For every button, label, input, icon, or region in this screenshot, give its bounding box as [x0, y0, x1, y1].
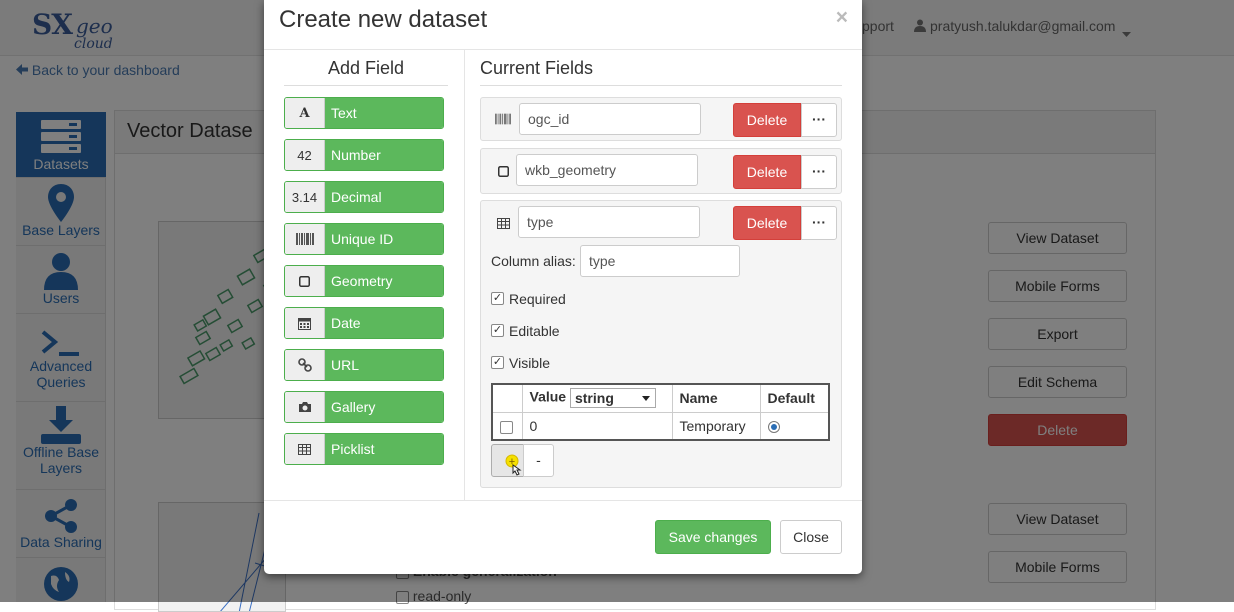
column-alias-label: Column alias: — [491, 253, 576, 269]
add-text-field-button[interactable]: A Text — [284, 97, 444, 129]
field-name-input[interactable]: ogc_id — [519, 103, 701, 135]
text-icon: A — [285, 98, 325, 128]
editable-label: Editable — [509, 323, 560, 339]
caret-down-icon — [641, 396, 650, 402]
create-dataset-modal: Create new dataset × Add Field A Text 42… — [264, 0, 862, 574]
close-button[interactable]: Close — [780, 520, 842, 554]
name-column-header: Name — [671, 383, 761, 413]
add-field-label: Number — [325, 140, 443, 170]
editable-checkbox[interactable]: ✓ — [491, 324, 504, 337]
add-field-label: Unique ID — [325, 224, 443, 254]
square-icon — [495, 163, 511, 179]
add-date-field-button[interactable]: Date — [284, 307, 444, 339]
save-changes-button[interactable]: Save changes — [655, 520, 771, 554]
square-icon — [285, 266, 325, 296]
default-column-header: Default — [759, 383, 830, 413]
value-column-header: Value string — [521, 383, 673, 413]
calendar-icon — [285, 308, 325, 338]
delete-field-button[interactable]: Delete — [733, 206, 801, 240]
column-divider — [464, 50, 465, 500]
more-options-button[interactable]: ··· — [801, 155, 837, 189]
field-row-wkb-geometry: wkb_geometry Delete ··· — [480, 148, 842, 194]
camera-icon — [285, 392, 325, 422]
add-decimal-field-button[interactable]: 3.14 Decimal — [284, 181, 444, 213]
add-gallery-field-button[interactable]: Gallery — [284, 391, 444, 423]
field-name-input[interactable]: type — [518, 206, 700, 238]
add-field-label: Geometry — [325, 266, 443, 296]
add-field-label: Date — [325, 308, 443, 338]
delete-field-button[interactable]: Delete — [733, 155, 801, 189]
number-icon: 42 — [285, 140, 325, 170]
more-options-button[interactable]: ··· — [801, 103, 837, 137]
select-column-header — [491, 383, 523, 413]
modal-header: Create new dataset × — [264, 0, 862, 50]
default-radio[interactable] — [767, 421, 780, 434]
required-checkbox[interactable]: ✓ — [491, 292, 504, 305]
row-select-cell — [491, 411, 523, 441]
add-field-label: Text — [325, 98, 443, 128]
required-label: Required — [509, 291, 566, 307]
barcode-icon — [495, 111, 511, 127]
more-options-button[interactable]: ··· — [801, 206, 837, 240]
close-icon[interactable]: × — [836, 6, 848, 30]
add-unique-id-field-button[interactable]: Unique ID — [284, 223, 444, 255]
add-row-button[interactable]: + — [491, 444, 524, 477]
field-row-ogc-id: ogc_id Delete ··· — [480, 97, 842, 141]
add-field-label: Gallery — [325, 392, 443, 422]
current-fields-title: Current Fields — [480, 58, 842, 86]
value-header-label: Value — [529, 388, 567, 405]
name-cell[interactable]: Temporary — [671, 411, 761, 441]
add-field-label: Picklist — [325, 434, 443, 464]
add-url-field-button[interactable]: URL — [284, 349, 444, 381]
value-type-select[interactable]: string — [569, 388, 656, 409]
table-icon — [285, 434, 325, 464]
picklist-header-row: Value string Name Default — [491, 383, 830, 413]
visible-label: Visible — [509, 355, 550, 371]
add-field-label: Decimal — [325, 182, 443, 212]
remove-row-button[interactable]: - — [523, 444, 554, 477]
add-field-label: URL — [325, 350, 443, 380]
barcode-icon — [285, 224, 325, 254]
table-row: 0 Temporary — [491, 411, 830, 441]
add-field-title: Add Field — [284, 58, 448, 86]
value-type-selected: string — [574, 390, 614, 407]
add-picklist-field-button[interactable]: Picklist — [284, 433, 444, 465]
link-icon — [285, 350, 325, 380]
modal-title: Create new dataset — [279, 6, 488, 33]
add-number-field-button[interactable]: 42 Number — [284, 139, 444, 171]
decimal-icon: 3.14 — [285, 182, 325, 212]
value-cell[interactable]: 0 — [521, 411, 673, 441]
field-name-input[interactable]: wkb_geometry — [516, 154, 698, 186]
delete-field-button[interactable]: Delete — [733, 103, 801, 137]
default-cell — [759, 411, 830, 441]
visible-checkbox[interactable]: ✓ — [491, 356, 504, 369]
row-select-checkbox[interactable] — [500, 420, 513, 434]
table-icon — [495, 215, 511, 231]
add-geometry-field-button[interactable]: Geometry — [284, 265, 444, 297]
modal-footer-divider — [264, 500, 862, 501]
plus-icon: + — [505, 454, 522, 476]
column-alias-input[interactable]: type — [580, 245, 740, 277]
picklist-table: Value string Name Default 0 Temporary — [491, 383, 830, 441]
